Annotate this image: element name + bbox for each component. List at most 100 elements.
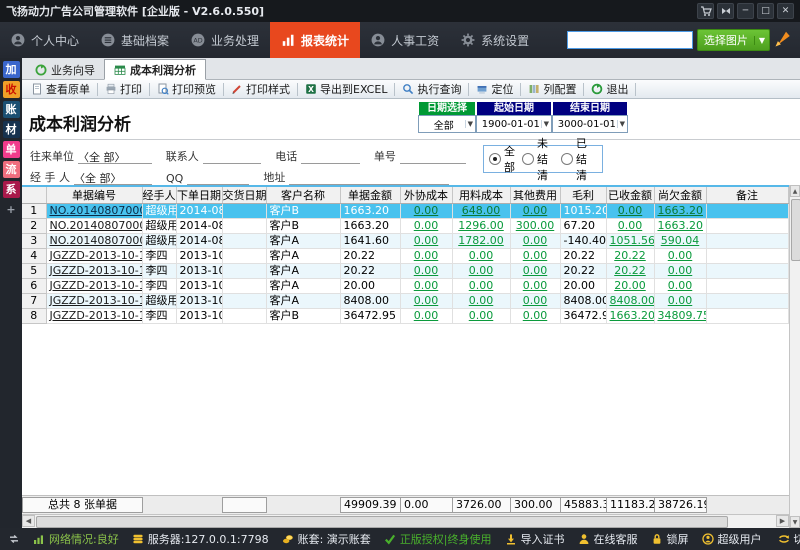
cell-out_cost[interactable]: 0.00 xyxy=(400,294,452,309)
contact-field[interactable] xyxy=(203,149,262,164)
cell-material_cost[interactable]: 0.00 xyxy=(452,279,510,294)
handler-field[interactable]: 〈全 部〉 xyxy=(74,170,152,185)
cell-out_cost[interactable]: 0.00 xyxy=(400,204,452,219)
cell-owed[interactable]: 1663.20 xyxy=(654,219,706,234)
cell-material_cost[interactable]: 0.00 xyxy=(452,294,510,309)
cell-owed[interactable]: 590.04 xyxy=(654,234,706,249)
column-header-profit[interactable]: 毛利 xyxy=(560,187,606,204)
start-date-combobox[interactable]: 1900-01-01▼ xyxy=(476,115,552,133)
table-row[interactable]: 8JGZZD-2013-10-14-002李四2013-10-1客户B36472… xyxy=(22,309,788,324)
cell-other_cost[interactable]: 0.00 xyxy=(510,264,560,279)
cell-owed[interactable]: 0.00 xyxy=(654,264,706,279)
cell-id[interactable]: JGZZD-2013-10-14-008 xyxy=(46,264,142,279)
cell-material_cost[interactable]: 0.00 xyxy=(452,309,510,324)
radio-已结清[interactable] xyxy=(561,153,573,165)
view-source-button[interactable]: 查看原单 xyxy=(26,81,95,97)
horizontal-scrollbar[interactable]: ◀ ▶ xyxy=(22,514,789,528)
column-header-order_date[interactable]: 下单日期 xyxy=(176,187,222,204)
status-sync[interactable] xyxy=(8,531,20,547)
column-header-note[interactable]: 备注 xyxy=(706,187,788,204)
table-row[interactable]: 5JGZZD-2013-10-14-008李四2013-10-1客户A20.22… xyxy=(22,264,788,279)
cell-out_cost[interactable]: 0.00 xyxy=(400,219,452,234)
titlebar-bow-button[interactable] xyxy=(717,3,734,19)
cell-received[interactable]: 1663.20 xyxy=(606,309,654,324)
cell-other_cost[interactable]: 0.00 xyxy=(510,204,560,219)
cell-material_cost[interactable]: 1782.00 xyxy=(452,234,510,249)
cell-owed[interactable]: 0.00 xyxy=(654,294,706,309)
run-query-button[interactable]: 执行查询 xyxy=(397,81,466,97)
sidebar-item-flow[interactable]: 流 xyxy=(3,161,20,178)
titlebar-close-button[interactable]: ✕ xyxy=(777,3,794,19)
chevron-down-icon[interactable]: ▼ xyxy=(617,120,625,128)
cell-owed[interactable]: 0.00 xyxy=(654,249,706,264)
cell-other_cost[interactable]: 0.00 xyxy=(510,234,560,249)
chevron-down-icon[interactable]: ▼ xyxy=(465,120,473,128)
titlebar-cart-button[interactable] xyxy=(697,3,714,19)
titlebar-maximize-button[interactable]: □ xyxy=(757,3,774,19)
status-current-user[interactable]: 超级用户 xyxy=(702,531,762,547)
cell-material_cost[interactable]: 0.00 xyxy=(452,249,510,264)
column-header-id[interactable]: 单据编号 xyxy=(46,187,142,204)
radio-全部[interactable] xyxy=(489,153,501,165)
address-field[interactable] xyxy=(289,170,449,185)
cell-out_cost[interactable]: 0.00 xyxy=(400,264,452,279)
nav-tab-report-statistics[interactable]: 报表统计 xyxy=(270,22,360,58)
status-lock-screen[interactable]: 锁屏 xyxy=(651,531,689,547)
column-header-other_cost[interactable]: 其他费用 xyxy=(510,187,560,204)
table-row[interactable]: 4JGZZD-2013-10-14-009李四2013-10-1客户A20.22… xyxy=(22,249,788,264)
print-style-button[interactable]: 打印样式 xyxy=(226,81,295,97)
cell-out_cost[interactable]: 0.00 xyxy=(400,234,452,249)
cell-id[interactable]: JGZZD-2013-10-14-004 xyxy=(46,294,142,309)
exit-button[interactable]: 退出 xyxy=(586,81,633,97)
horn-icon[interactable] xyxy=(774,30,792,51)
status-import-cert[interactable]: 导入证书 xyxy=(505,531,565,547)
counterparty-field[interactable]: 〈全 部〉 xyxy=(78,149,152,164)
nav-tab-base-archives[interactable]: 基础档案 xyxy=(90,22,180,58)
cell-owed[interactable]: 1663.20 xyxy=(654,204,706,219)
cell-received[interactable]: 20.00 xyxy=(606,279,654,294)
cell-other_cost[interactable]: 0.00 xyxy=(510,294,560,309)
cell-received[interactable]: 8408.00 xyxy=(606,294,654,309)
sidebar-item-order[interactable]: 单 xyxy=(3,141,20,158)
column-header-no[interactable] xyxy=(22,187,46,204)
cell-out_cost[interactable]: 0.00 xyxy=(400,249,452,264)
scroll-right-arrow[interactable]: ▶ xyxy=(776,515,789,527)
sidebar-item-receive[interactable]: 收 xyxy=(3,81,20,98)
column-header-received[interactable]: 已收金额 xyxy=(606,187,654,204)
nav-tab-hr-payroll[interactable]: 人事工资 xyxy=(360,22,450,58)
cell-received[interactable]: 20.22 xyxy=(606,264,654,279)
image-search-input[interactable] xyxy=(567,31,693,49)
cell-owed[interactable]: 0.00 xyxy=(654,279,706,294)
horizontal-scroll-thumb[interactable] xyxy=(36,516,728,528)
cell-out_cost[interactable]: 0.00 xyxy=(400,279,452,294)
qq-field[interactable] xyxy=(187,170,249,185)
column-header-handler[interactable]: 经手人 xyxy=(142,187,176,204)
sidebar-item-account[interactable]: 账 xyxy=(3,101,20,118)
cell-received[interactable]: 20.22 xyxy=(606,249,654,264)
cell-other_cost[interactable]: 0.00 xyxy=(510,279,560,294)
cell-material_cost[interactable]: 1296.00 xyxy=(452,219,510,234)
print-preview-button[interactable]: 打印预览 xyxy=(152,81,221,97)
cell-owed[interactable]: 34809.75 xyxy=(654,309,706,324)
table-row[interactable]: 2NO.201408070002超级用2014-08-0客户B1663.200.… xyxy=(22,219,788,234)
sidebar-item-system[interactable]: 系 xyxy=(3,181,20,198)
end-date-combobox[interactable]: 3000-01-01▼ xyxy=(552,115,628,133)
chevron-down-icon[interactable]: ▼ xyxy=(541,120,549,128)
cell-received[interactable]: 1051.56 xyxy=(606,234,654,249)
column-header-amount[interactable]: 单据金额 xyxy=(340,187,400,204)
phone-field[interactable] xyxy=(301,149,360,164)
table-row[interactable]: 1NO.201408070003超级用2014-08-0客户B1663.200.… xyxy=(22,204,788,219)
chevron-down-icon[interactable]: ▼ xyxy=(754,36,769,45)
date-select-combobox[interactable]: 全部▼ xyxy=(418,115,476,133)
status-switch-user[interactable]: 切换用户 xyxy=(778,531,800,547)
column-header-owed[interactable]: 尚欠金额 xyxy=(654,187,706,204)
sidebar-item-plus[interactable]: + xyxy=(3,201,20,218)
nav-tab-system-settings[interactable]: 系统设置 xyxy=(450,22,540,58)
table-row[interactable]: 7JGZZD-2013-10-14-004超级用2013-10-1客户A8408… xyxy=(22,294,788,309)
tab-business-wizard[interactable]: 业务向导 xyxy=(26,60,104,79)
scroll-left-arrow[interactable]: ◀ xyxy=(22,515,35,527)
nav-tab-business-process[interactable]: AD业务处理 xyxy=(180,22,270,58)
cell-id[interactable]: NO.201408070003 xyxy=(46,204,142,219)
nav-tab-personal-center[interactable]: 个人中心 xyxy=(0,22,90,58)
cell-id[interactable]: NO.201408070001 xyxy=(46,234,142,249)
